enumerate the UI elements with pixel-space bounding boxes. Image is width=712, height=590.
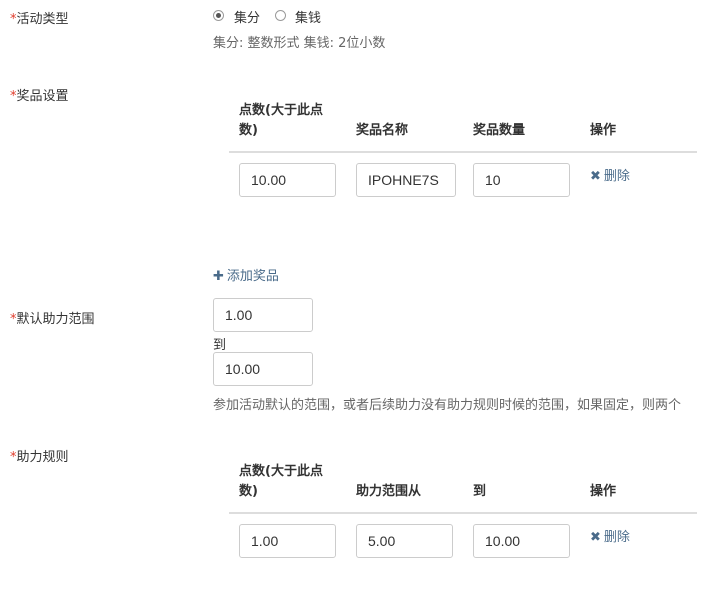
prize-delete-label: 删除 <box>603 169 630 184</box>
rule-delete-button[interactable]: ✖ 删除 <box>590 526 630 545</box>
plus-icon: ✚ <box>213 269 224 284</box>
prize-col-actions: 操作 <box>590 123 617 138</box>
prize-table-divider <box>229 151 697 153</box>
prize-quantity-input[interactable]: 10 <box>473 163 570 197</box>
radio-jiqian[interactable] <box>275 10 286 21</box>
rule-col-actions: 操作 <box>590 484 617 499</box>
assist-rules-label: *助力规则 <box>10 446 69 465</box>
activity-type-label: *活动类型 <box>10 8 69 27</box>
close-icon: ✖ <box>590 530 601 545</box>
prize-settings-label: *奖品设置 <box>10 85 69 104</box>
rule-from-input[interactable]: 5.00 <box>356 524 453 558</box>
rule-col-points: 点数(大于此点 数) <box>239 462 323 502</box>
prize-name-input[interactable]: IPOHNE7S <box>356 163 456 197</box>
radio-jifen-label[interactable]: 集分 <box>234 7 260 26</box>
rule-col-points-line1: 点数(大于此点 <box>239 464 323 479</box>
rule-to-input[interactable]: 10.00 <box>473 524 570 558</box>
rule-table-divider <box>229 512 697 514</box>
default-range-label-text: 默认助力范围 <box>16 312 95 327</box>
prize-col-points-line1: 点数(大于此点 <box>239 103 323 118</box>
assist-rules-label-text: 助力规则 <box>16 450 69 465</box>
add-prize-button[interactable]: ✚ 添加奖品 <box>213 265 279 284</box>
default-range-from-input[interactable]: 1.00 <box>213 298 313 332</box>
activity-type-label-text: 活动类型 <box>16 12 69 27</box>
prize-col-points-line2: 数) <box>239 123 258 138</box>
default-range-to-label: 到 <box>213 338 227 353</box>
prize-col-quantity: 奖品数量 <box>473 123 526 138</box>
radio-jifen[interactable] <box>213 10 224 21</box>
default-range-to-input[interactable]: 10.00 <box>213 352 313 386</box>
default-range-label: *默认助力范围 <box>10 308 95 327</box>
prize-settings-label-text: 奖品设置 <box>16 89 69 104</box>
prize-col-name: 奖品名称 <box>356 123 409 138</box>
rule-col-points-line2: 数) <box>239 484 258 499</box>
activity-type-help: 集分: 整数形式 集钱: 2位小数 <box>213 36 386 51</box>
prize-col-points: 点数(大于此点 数) <box>239 101 323 141</box>
default-range-help: 参加活动默认的范围，或者后续助力没有助力规则时候的范围，如果固定，则两个 <box>213 398 682 413</box>
add-prize-label: 添加奖品 <box>226 269 279 284</box>
rule-points-input[interactable]: 1.00 <box>239 524 336 558</box>
rule-col-from: 助力范围从 <box>356 484 422 499</box>
close-icon: ✖ <box>590 169 601 184</box>
prize-points-input[interactable]: 10.00 <box>239 163 336 197</box>
radio-jiqian-label[interactable]: 集钱 <box>295 7 321 26</box>
prize-delete-button[interactable]: ✖ 删除 <box>590 165 630 184</box>
rule-delete-label: 删除 <box>603 530 630 545</box>
rule-col-to: 到 <box>473 484 487 499</box>
